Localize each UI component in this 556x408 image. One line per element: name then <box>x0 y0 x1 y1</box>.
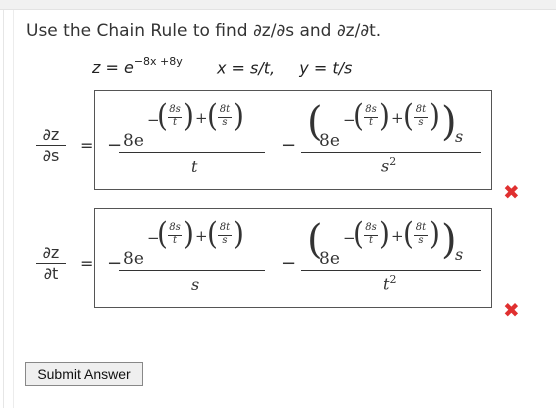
inner-den-b: s <box>222 117 228 128</box>
close-paren: ) <box>429 215 440 252</box>
minus-sign: − <box>281 135 297 156</box>
inner-num-b: 8t <box>219 104 231 115</box>
answer-input-dz-dt[interactable]: − 8e − ( 8s t ) + ( 8t s ) s − ( 8e − ( … <box>94 208 492 308</box>
coefficient: 8e <box>319 249 340 269</box>
plus-sign: + <box>195 227 208 245</box>
denominator-1: t <box>191 157 198 176</box>
close-paren: ) <box>233 97 244 134</box>
lhs-numerator: ∂z <box>36 125 66 146</box>
x-definition: x = s/t, <box>216 58 276 78</box>
coefficient: 8e <box>319 131 340 151</box>
open-paren: ( <box>403 215 414 252</box>
question-prompt: Use the Chain Rule to find ∂z/∂s and ∂z/… <box>26 21 382 41</box>
close-paren: ) <box>379 97 390 134</box>
open-paren: ( <box>157 97 168 134</box>
lhs-denominator: ∂t <box>43 264 59 283</box>
close-paren: ) <box>183 215 194 252</box>
denominator-1: s <box>191 275 200 294</box>
inner-num-b: 8t <box>415 104 427 115</box>
z-definition: z = e−8x +8y <box>92 55 183 78</box>
trailing-variable: s <box>455 245 464 264</box>
close-paren: ) <box>429 97 440 134</box>
incorrect-mark-icon: ✖ <box>503 298 520 322</box>
plus-sign: + <box>391 109 404 127</box>
inner-num-a: 8s <box>169 222 181 233</box>
open-paren: ( <box>157 215 168 252</box>
coefficient: 8e <box>123 249 144 269</box>
open-paren: ( <box>353 97 364 134</box>
open-paren: ( <box>207 215 218 252</box>
fraction-bar <box>119 270 265 271</box>
coefficient: 8e <box>123 131 144 151</box>
answer-input-dz-ds[interactable]: − 8e − ( 8s t ) + ( 8t s ) t − ( 8e − ( … <box>94 90 492 190</box>
open-paren: ( <box>353 215 364 252</box>
lhs-numerator: ∂z <box>36 243 66 264</box>
plus-sign: + <box>391 227 404 245</box>
equals-sign: = <box>80 136 94 155</box>
plus-sign: + <box>195 109 208 127</box>
inner-num-a: 8s <box>365 104 377 115</box>
incorrect-mark-icon: ✖ <box>503 180 520 204</box>
inner-den-b: s <box>418 117 424 128</box>
inner-num-b: 8t <box>219 222 231 233</box>
trailing-variable: s <box>455 127 464 146</box>
top-divider <box>0 0 556 10</box>
inner-den-a: t <box>368 117 374 128</box>
close-paren: ) <box>183 97 194 134</box>
open-paren: ( <box>207 97 218 134</box>
lhs-dz-ds: ∂z ∂s <box>36 125 66 165</box>
inner-num-a: 8s <box>365 222 377 233</box>
close-paren: ) <box>233 215 244 252</box>
equals-sign: = <box>80 254 94 273</box>
close-paren: ) <box>379 215 390 252</box>
denominator-2: s2 <box>381 155 397 176</box>
y-definition: y = t/s <box>299 58 353 78</box>
fraction-bar <box>301 270 481 271</box>
minus-sign: − <box>281 253 297 274</box>
inner-den-a: t <box>172 117 178 128</box>
open-paren: ( <box>403 97 414 134</box>
inner-den-a: t <box>368 235 374 246</box>
denominator-2: t2 <box>383 273 397 294</box>
lhs-denominator: ∂s <box>42 146 60 165</box>
left-rule-inner <box>13 10 14 408</box>
submit-answer-button[interactable]: Submit Answer <box>25 362 143 386</box>
lhs-dz-dt: ∂z ∂t <box>36 243 66 283</box>
inner-den-b: s <box>418 235 424 246</box>
inner-den-a: t <box>172 235 178 246</box>
fraction-bar <box>301 152 481 153</box>
inner-num-b: 8t <box>415 222 427 233</box>
given-equations: z = e−8x +8y x = s/t, y = t/s <box>92 55 353 78</box>
inner-den-b: s <box>222 235 228 246</box>
inner-num-a: 8s <box>169 104 181 115</box>
fraction-bar <box>119 152 265 153</box>
left-rule <box>3 10 4 408</box>
